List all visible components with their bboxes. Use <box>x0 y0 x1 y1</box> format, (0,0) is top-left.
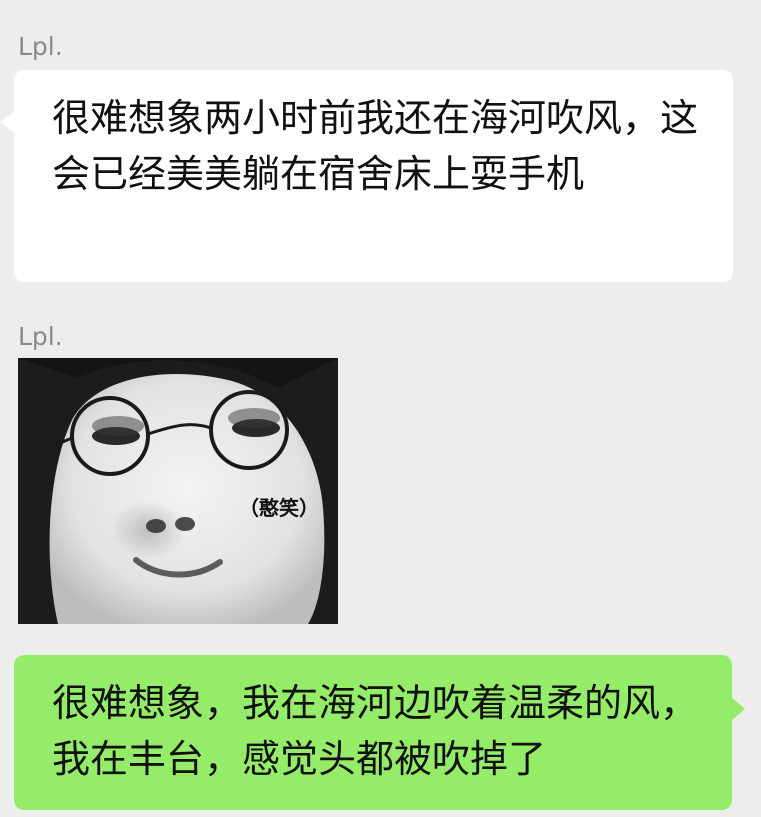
sticker-caption: （憨笑） <box>239 496 319 520</box>
sender-name: Lpl. <box>18 322 63 351</box>
chat-screen: { "messages": [ { "sender": "Lpl.", "typ… <box>0 0 761 817</box>
sticker-image[interactable]: （憨笑） <box>18 358 338 624</box>
incoming-message-bubble[interactable]: 很难想象两小时前我还在海河吹风，这会已经美美躺在宿舍床上耍手机 <box>1 70 733 282</box>
outgoing-message-bubble[interactable]: 很难想象，我在海河边吹着温柔的风，我在丰台，感觉头都被吹掉了 <box>14 655 745 810</box>
message-text: 很难想象，我在海河边吹着温柔的风，我在丰台，感觉头都被吹掉了 <box>52 681 699 781</box>
message-text: 很难想象两小时前我还在海河吹风，这会已经美美躺在宿舍床上耍手机 <box>52 96 699 196</box>
sticker-face-drawing <box>18 358 338 624</box>
sender-name: Lpl. <box>18 32 63 61</box>
